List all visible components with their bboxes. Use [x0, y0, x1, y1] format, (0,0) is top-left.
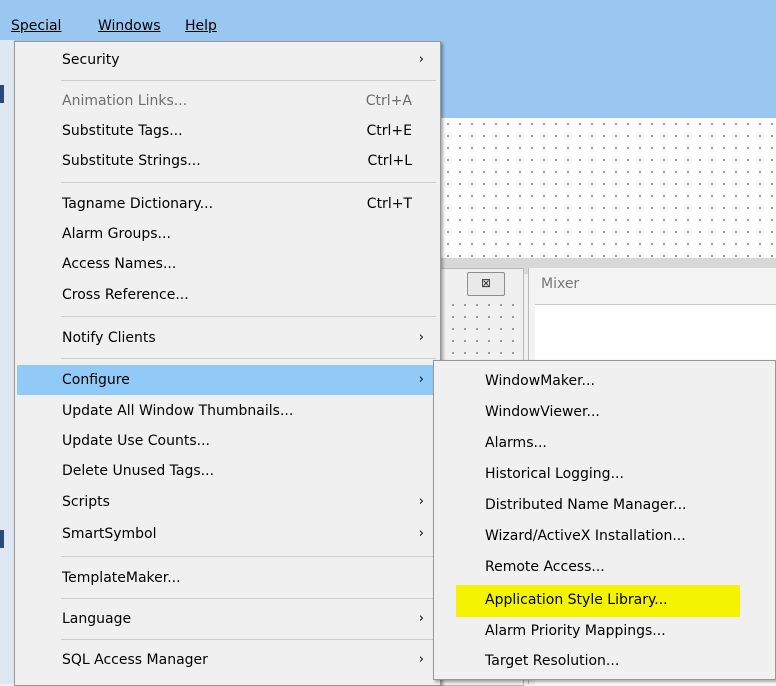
- menu-item-label: Update Use Counts...: [62, 433, 210, 449]
- menu-help-label: Help: [185, 18, 217, 34]
- submenu-item-alarms[interactable]: Alarms...: [436, 429, 773, 457]
- menu-item-sql-access-manager[interactable]: SQL Access Manager ›: [17, 646, 438, 674]
- submenu-item-wizard-activex-installation[interactable]: Wizard/ActiveX Installation...: [436, 522, 773, 550]
- submenu-item-windowviewer[interactable]: WindowViewer...: [436, 398, 773, 426]
- menu-item-substitute-tags[interactable]: Substitute Tags... Ctrl+E: [17, 117, 438, 145]
- submenu-item-alarm-priority-mappings[interactable]: Alarm Priority Mappings...: [436, 617, 773, 645]
- menu-separator: [61, 598, 436, 599]
- special-menu: Security › Animation Links... Ctrl+A Sub…: [14, 41, 441, 686]
- menu-item-delete-unused-tags[interactable]: Delete Unused Tags...: [17, 457, 438, 485]
- menu-item-label: Security: [62, 52, 120, 68]
- menu-separator: [61, 358, 436, 359]
- chevron-right-icon: ›: [418, 52, 424, 67]
- menu-item-label: Animation Links...: [62, 93, 188, 109]
- menu-item-shortcut: Ctrl+A: [365, 93, 412, 109]
- menu-special-label: Special: [11, 18, 62, 34]
- menu-item-label: Notify Clients: [62, 330, 156, 346]
- close-icon[interactable]: ⊠: [467, 272, 505, 296]
- menu-item-cross-reference[interactable]: Cross Reference...: [17, 281, 438, 309]
- chevron-right-icon: ›: [418, 372, 424, 387]
- menu-item-label: SmartSymbol: [62, 526, 157, 542]
- menu-item-notify-clients[interactable]: Notify Clients ›: [17, 324, 438, 352]
- menu-item-label: SQL Access Manager: [62, 652, 208, 668]
- menu-item-label: Alarms...: [485, 435, 547, 451]
- menu-item-alarm-groups[interactable]: Alarm Groups...: [17, 220, 438, 248]
- menu-item-substitute-strings[interactable]: Substitute Strings... Ctrl+L: [17, 147, 438, 175]
- chevron-right-icon: ›: [418, 611, 424, 626]
- menu-item-security[interactable]: Security ›: [17, 46, 438, 74]
- chevron-right-icon: ›: [418, 652, 424, 667]
- menu-item-shortcut: Ctrl+T: [366, 196, 412, 212]
- submenu-item-windowmaker[interactable]: WindowMaker...: [436, 367, 773, 395]
- chevron-right-icon: ›: [418, 526, 424, 541]
- menu-item-update-use-counts[interactable]: Update Use Counts...: [17, 427, 438, 455]
- menu-item-tagname-dictionary[interactable]: Tagname Dictionary... Ctrl+T: [17, 190, 438, 218]
- toolbar-mark: [0, 530, 4, 548]
- chevron-right-icon: ›: [418, 494, 424, 509]
- menu-item-label: Application Style Library...: [485, 592, 668, 608]
- menu-separator: [61, 80, 436, 81]
- menu-item-label: Remote Access...: [485, 559, 605, 575]
- menu-item-label: Distributed Name Manager...: [485, 497, 687, 513]
- submenu-item-application-style-library[interactable]: Application Style Library...: [436, 585, 773, 617]
- menu-item-label: WindowMaker...: [485, 373, 595, 389]
- menu-item-templatemaker[interactable]: TemplateMaker...: [17, 564, 438, 592]
- menu-separator: [61, 556, 436, 557]
- menu-item-label: TemplateMaker...: [62, 570, 181, 586]
- menu-item-label: Access Names...: [62, 256, 177, 272]
- menu-windows-label: Windows: [98, 18, 161, 34]
- menu-item-label: Update All Window Thumbnails...: [62, 403, 294, 419]
- submenu-item-target-resolution[interactable]: Target Resolution...: [436, 647, 773, 675]
- menu-item-label: Historical Logging...: [485, 466, 624, 482]
- menu-item-animation-links: Animation Links... Ctrl+A: [17, 87, 438, 115]
- menu-separator: [61, 316, 436, 317]
- menu-bar: Special Windows Help: [0, 12, 776, 40]
- submenu-item-remote-access[interactable]: Remote Access...: [436, 553, 773, 581]
- submenu-item-distributed-name-manager[interactable]: Distributed Name Manager...: [436, 491, 773, 519]
- submenu-item-historical-logging[interactable]: Historical Logging...: [436, 460, 773, 488]
- menu-item-label: Alarm Priority Mappings...: [485, 623, 666, 639]
- menu-item-update-all-window-thumbnails[interactable]: Update All Window Thumbnails...: [17, 397, 438, 425]
- left-toolbar-strip: [0, 40, 14, 684]
- menu-item-label: Wizard/ActiveX Installation...: [485, 528, 686, 544]
- menu-item-configure[interactable]: Configure ›: [17, 365, 438, 395]
- drawing-canvas[interactable]: [430, 118, 776, 258]
- chevron-right-icon: ›: [418, 330, 424, 345]
- menu-item-access-names[interactable]: Access Names...: [17, 250, 438, 278]
- menu-item-label: Configure: [62, 372, 130, 388]
- menu-item-language[interactable]: Language ›: [17, 605, 438, 633]
- menu-item-label: Language: [62, 611, 132, 627]
- menu-item-label: Tagname Dictionary...: [62, 196, 214, 212]
- menu-item-label: Cross Reference...: [62, 287, 189, 303]
- menu-item-smartsymbol[interactable]: SmartSymbol ›: [17, 520, 438, 548]
- menu-item-label: WindowViewer...: [485, 404, 600, 420]
- menu-item-label: Target Resolution...: [485, 653, 620, 669]
- mixer-title: Mixer: [541, 276, 580, 292]
- menu-item-label: Scripts: [62, 494, 110, 510]
- menu-special[interactable]: Special: [6, 14, 66, 38]
- toolbar-mark: [0, 85, 4, 103]
- menu-item-label: Substitute Tags...: [62, 123, 183, 139]
- menu-item-label: Substitute Strings...: [62, 153, 201, 169]
- menu-item-shortcut: Ctrl+L: [367, 153, 412, 169]
- menu-separator: [61, 182, 436, 183]
- menu-item-scripts[interactable]: Scripts ›: [17, 488, 438, 516]
- configure-submenu: WindowMaker... WindowViewer... Alarms...…: [433, 360, 776, 680]
- menu-item-label: Delete Unused Tags...: [62, 463, 215, 479]
- menu-separator: [61, 639, 436, 640]
- menu-windows[interactable]: Windows: [93, 14, 166, 38]
- menu-item-shortcut: Ctrl+E: [366, 123, 413, 139]
- menu-help[interactable]: Help: [180, 14, 222, 38]
- thumbnail-canvas: [447, 299, 517, 355]
- menu-item-label: Alarm Groups...: [62, 226, 171, 242]
